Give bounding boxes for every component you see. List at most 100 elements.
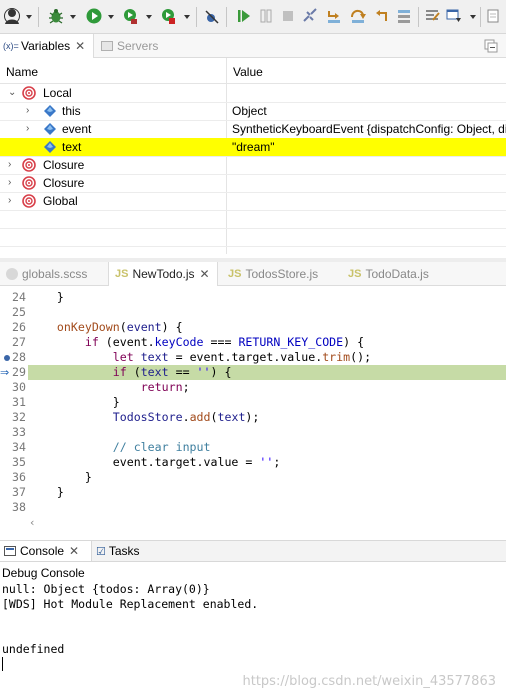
variables-view-tabbar: (x)= Variables ✕ Servers — [0, 34, 506, 58]
variable-value: SyntheticKeyboardEvent {dispatchConfig: … — [232, 122, 506, 136]
scss-file-icon — [6, 268, 18, 280]
tab-newtodo-js[interactable]: JS NewTodo.js ✕ — [108, 262, 218, 286]
run-icon[interactable] — [86, 7, 102, 25]
step-over-icon[interactable] — [350, 7, 366, 25]
code-line: 28 let text = event.target.value.trim(); — [0, 350, 506, 365]
chevron-right-icon[interactable]: › — [8, 195, 11, 206]
chevron-right-icon[interactable]: › — [26, 105, 29, 116]
avatar-icon[interactable] — [4, 7, 20, 25]
resume-icon[interactable] — [236, 7, 252, 25]
tree-row-closure[interactable]: › Closure — [0, 156, 506, 174]
code-line: 35 event.target.value = ''; — [12, 455, 281, 469]
js-file-icon: JS — [348, 268, 362, 280]
code-line: 36 } — [12, 470, 92, 484]
chevron-right-icon[interactable]: › — [26, 123, 29, 134]
field-diamond-icon — [44, 105, 56, 120]
tab-label: TodosStore.js — [245, 267, 319, 281]
tab-label: NewTodo.js — [132, 267, 195, 281]
variables-tree: Name Value ⌄ Local › this Object › event… — [0, 58, 506, 258]
code-line: 27 if (event.keyCode === RETURN_KEY_CODE… — [12, 335, 365, 349]
skip-breakpoints-icon[interactable] — [204, 7, 220, 25]
tree-row-event[interactable]: › event SyntheticKeyboardEvent {dispatch… — [0, 120, 506, 138]
console-title: Debug Console — [2, 566, 85, 580]
console-tabbar: Console ✕ ☑ Tasks — [0, 540, 506, 562]
console-line: undefined — [2, 642, 65, 656]
scope-target-icon — [22, 86, 36, 103]
stop-icon[interactable] — [160, 7, 176, 25]
variable-name: Local — [43, 86, 72, 100]
disconnect-icon[interactable] — [302, 7, 318, 25]
variable-value: Object — [232, 104, 267, 118]
step-return-icon[interactable] — [374, 7, 390, 25]
scope-target-icon — [22, 176, 36, 193]
tree-row-closure[interactable]: › Closure — [0, 174, 506, 192]
tab-variables-label: Variables — [21, 39, 71, 53]
variable-name: Closure — [43, 158, 85, 172]
chevron-right-icon[interactable]: › — [8, 177, 11, 188]
code-line: 25 — [12, 305, 26, 319]
variable-name: text — [62, 140, 82, 154]
tree-row-local[interactable]: ⌄ Local — [0, 84, 506, 102]
console-line: [WDS] Hot Module Replacement enabled. — [2, 597, 259, 611]
close-icon[interactable]: ✕ — [69, 544, 79, 558]
tab-tasks[interactable]: ☑ Tasks — [96, 541, 140, 561]
debug-icon[interactable] — [48, 7, 64, 25]
step-into-icon[interactable] — [326, 7, 342, 25]
chevron-right-icon[interactable]: › — [8, 159, 11, 170]
variable-name: Closure — [43, 176, 85, 190]
collapse-all-icon[interactable] — [484, 39, 498, 53]
tab-variables[interactable]: (x)= Variables ✕ — [0, 34, 94, 58]
variables-header: Name Value — [0, 58, 506, 84]
servers-icon — [101, 41, 113, 51]
tab-globals-scss[interactable]: globals.scss — [6, 262, 87, 286]
main-toolbar — [0, 0, 506, 34]
open-perspective-icon[interactable] — [446, 7, 462, 25]
variable-name: this — [62, 104, 81, 118]
use-step-filters-icon[interactable] — [424, 7, 440, 25]
input-caret — [2, 657, 3, 671]
watermark: https://blog.csdn.net/weixin_43577863 — [242, 674, 496, 689]
code-editor[interactable]: 24 } 25 26 onKeyDown(event) { 27 if (eve… — [0, 286, 506, 530]
code-line: 30 return; — [12, 380, 190, 394]
close-icon[interactable]: ✕ — [200, 267, 210, 281]
field-diamond-icon — [44, 123, 56, 138]
tab-todosstore-js[interactable]: JS TodosStore.js — [228, 262, 318, 286]
code-line: 34 // clear input — [12, 440, 211, 454]
tab-label: globals.scss — [22, 267, 88, 281]
run-coverage-icon[interactable] — [122, 7, 138, 25]
tree-row-this[interactable]: › this Object — [0, 102, 506, 120]
code-line: 38 — [12, 500, 26, 514]
drop-to-frame-icon[interactable] — [396, 7, 412, 25]
tree-row-text-selected[interactable]: text "dream" — [0, 138, 506, 156]
tab-servers-label: Servers — [117, 39, 159, 53]
variable-value: "dream" — [232, 140, 275, 154]
field-diamond-icon — [44, 141, 56, 156]
variable-name: event — [62, 122, 92, 136]
console-line: null: Object {todos: Array(0)} — [2, 582, 210, 596]
chevron-down-icon[interactable]: ⌄ — [8, 87, 16, 98]
suspend-icon[interactable] — [258, 7, 274, 25]
column-header-name[interactable]: Name — [6, 65, 38, 79]
code-line: 26 onKeyDown(event) { — [12, 320, 183, 334]
tree-row-global[interactable]: › Global — [0, 192, 506, 210]
console-icon — [4, 546, 16, 556]
scope-target-icon — [22, 158, 36, 175]
code-line: 24 } — [12, 290, 64, 304]
variable-name: Global — [43, 194, 78, 208]
tab-servers[interactable]: Servers — [101, 34, 158, 58]
code-line: 32 TodosStore.add(text); — [12, 410, 260, 424]
tab-console[interactable]: Console ✕ — [0, 541, 92, 561]
js-file-icon: JS — [228, 268, 242, 280]
js-file-icon: JS — [115, 268, 129, 280]
code-line: 31 } — [12, 395, 120, 409]
scope-target-icon — [22, 194, 36, 211]
new-window-icon[interactable] — [486, 7, 502, 25]
tab-label: TodoData.js — [365, 267, 429, 281]
close-icon[interactable]: ✕ — [75, 39, 85, 53]
column-header-value[interactable]: Value — [233, 65, 263, 79]
tab-tododata-js[interactable]: JS TodoData.js — [348, 262, 429, 286]
variables-icon: (x)= — [3, 41, 19, 51]
scroll-left-icon[interactable]: ‹ — [30, 516, 34, 529]
terminate-icon[interactable] — [280, 7, 296, 25]
tab-console-label: Console — [20, 544, 65, 558]
